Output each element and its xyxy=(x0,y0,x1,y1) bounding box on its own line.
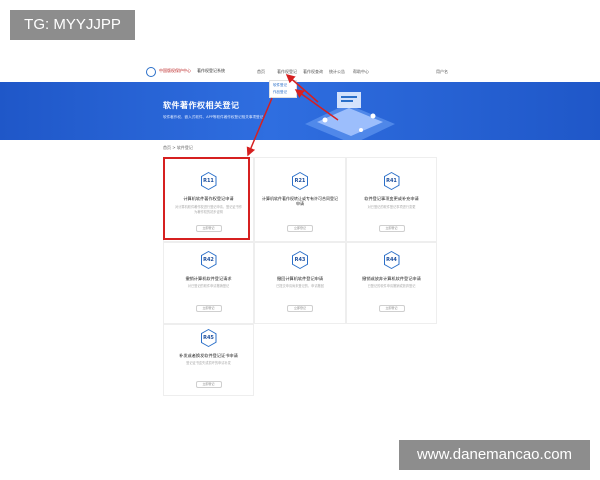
arrow-to-nav xyxy=(285,74,319,103)
arrow-to-dropdown xyxy=(294,89,339,121)
watermark-bottom-right: www.danemancao.com xyxy=(399,440,590,470)
arrow-to-card xyxy=(246,97,273,157)
annotation-arrows xyxy=(246,74,339,157)
